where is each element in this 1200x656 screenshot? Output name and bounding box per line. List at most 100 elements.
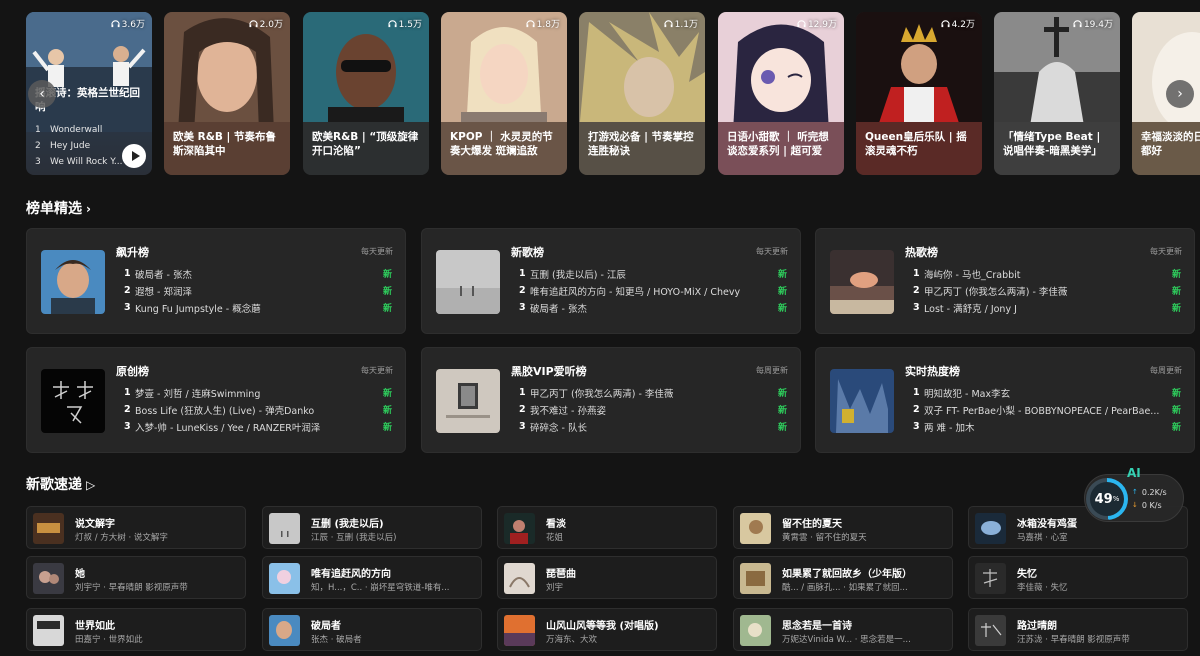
chart-row[interactable]: 1 破局者 - 张杰新 <box>124 265 392 282</box>
playlist-card-7[interactable]: 19.4万 「情绪Type Beat | 说唱伴奏-暗黑美学」 <box>994 12 1120 175</box>
chart-row[interactable]: 2 我不难过 - 孙燕姿新 <box>519 401 787 418</box>
playlist-footer: 欧美R&B | “顶级旋律开口沦陷” <box>303 122 429 175</box>
new-badge: 新 <box>382 423 392 433</box>
play-count: 1.8万 <box>526 17 560 30</box>
playlist-card-2[interactable]: 1.5万 欧美R&B | “顶级旋律开口沦陷” <box>303 12 429 175</box>
song-card[interactable]: 世界如此 田嘉宁 · 世界如此 <box>26 608 246 651</box>
arrow-down-icon: ↓ <box>1132 501 1138 509</box>
chart-row[interactable]: 2 唯有追赶风的方向 - 知更鸟 / HOYO-MiX / Chevy 新 <box>519 282 787 299</box>
chart-card-rising[interactable]: 飙升榜 每天更新 1 破局者 - 张杰新 2 遐想 - 郑润泽新 3 Kung Fu … <box>26 228 406 334</box>
new-badge: 新 <box>1171 389 1181 399</box>
song-cover <box>269 563 300 594</box>
chart-card-vip[interactable]: 黑胶VIP爱听榜 每周更新 1 甲乙丙丁 (你我怎么两清) - 李佳薇新 2 我不难… <box>421 347 801 453</box>
playlist-card-3[interactable]: 1.8万 KPOP ｜ 水灵灵的节奏大爆发 斑斓追敌 <box>441 12 567 175</box>
chart-row[interactable]: 2 双子 FT- PerBae小梨 - BOBBYNOPEACE / PearBa… <box>913 401 1181 418</box>
chart-row[interactable]: 2 甲乙丙丁 (你我怎么两清) - 李佳薇新 <box>913 282 1181 299</box>
new-badge: 新 <box>777 389 787 399</box>
new-badge: 新 <box>777 270 787 280</box>
play-count: 1.1万 <box>664 17 698 30</box>
chart-row[interactable]: 3 破局者 - 张杰新 <box>519 299 787 316</box>
song-card[interactable]: 她刘宇宁 · 早春晴朗 影视原声带 <box>26 556 246 599</box>
carousel-next-button[interactable]: › <box>1166 80 1194 108</box>
track-item[interactable]: 2 Hey Jude <box>35 138 122 154</box>
new-badge: 新 <box>777 287 787 297</box>
arrow-up-icon: ↑ <box>1132 488 1138 496</box>
playlist-title: 打游戏必备 | 节奏掌控连胜秘诀 <box>588 131 694 157</box>
song-cover <box>33 513 64 544</box>
playlist-track-list: 1 Wonderwall 2 Hey Jude 3 We Will Rock Y... <box>35 122 122 170</box>
song-card[interactable]: 琵琶曲 刘宇 <box>497 556 717 599</box>
charts-section-title[interactable]: 榜单精选 › <box>26 198 91 218</box>
chart-card-hot[interactable]: 热歌榜 每天更新 1 海屿你 - 马也_Crabbit 新 2 甲乙丙丁 (你我怎么两… <box>815 228 1195 334</box>
chart-name: 新歌榜 <box>511 246 544 259</box>
chart-row[interactable]: 3 入梦-帅 - LuneKiss / Yee / RANZER叶润泽新 <box>124 418 392 435</box>
playlist-title: KPOP ｜ 水灵灵的节奏大爆发 斑斓追敌 <box>450 131 553 157</box>
song-cover <box>975 615 1006 646</box>
new-badge: 新 <box>382 389 392 399</box>
song-card[interactable]: 互删 (我走以后) 江辰 · 互删 (我走以后) <box>262 506 482 549</box>
play-button[interactable] <box>122 144 146 168</box>
ai-label: AI <box>1127 466 1141 480</box>
chart-cover <box>830 250 894 314</box>
chart-row[interactable]: 2 遐想 - 郑润泽新 <box>124 282 392 299</box>
chart-row[interactable]: 1 梦壹 - 刘哲 / 连麻Swimming 新 <box>124 384 392 401</box>
playlist-footer: Queen皇后乐队 | 摇滚灵魂不朽 <box>856 122 982 175</box>
track-item[interactable]: 1 Wonderwall <box>35 122 122 138</box>
update-frequency: 每天更新 <box>361 366 393 375</box>
playlist-footer: 打游戏必备 | 节奏掌控连胜秘诀 <box>579 122 705 175</box>
song-card[interactable]: 说文解字 灯叔 / 方大树 · 说文解字 <box>26 506 246 549</box>
update-frequency: 每天更新 <box>756 247 788 256</box>
playlist-title: 欧美R&B | “顶级旋律开口沦陷” <box>312 131 419 157</box>
playlist-card-1[interactable]: 2.0万 欧美 R&B | 节奏布鲁斯深陷其中 <box>164 12 290 175</box>
playlist-cover-5 <box>718 12 844 132</box>
new-songs-section-title[interactable]: 新歌速递 ▷ <box>26 474 95 494</box>
upload-speed: ↑ 0.2K/s <box>1132 488 1167 497</box>
update-frequency: 每周更新 <box>1150 366 1182 375</box>
song-card[interactable]: 留不住的夏天 黄霄雲 · 留不住的夏天 <box>733 506 953 549</box>
playlist-cover-3 <box>441 12 567 132</box>
chart-row[interactable]: 1 甲乙丙丁 (你我怎么两清) - 李佳薇新 <box>519 384 787 401</box>
chart-row[interactable]: 3 碎碎念 - 队长新 <box>519 418 787 435</box>
chart-card-original[interactable]: 原创榜 每天更新 1 梦壹 - 刘哲 / 连麻Swimming 新 2 Boss Li… <box>26 347 406 453</box>
carousel-prev-button[interactable]: ‹ <box>28 80 56 108</box>
playlist-title: Queen皇后乐队 | 摇滚灵魂不朽 <box>865 131 967 157</box>
chart-cover <box>41 250 105 314</box>
track-item[interactable]: 3 We Will Rock Y... <box>35 154 122 170</box>
chart-card-new[interactable]: 新歌榜 每天更新 1 互删 (我走以后) - 江辰新 2 唯有追赶风的方向 - 知更… <box>421 228 801 334</box>
chart-card-realtime[interactable]: 实时热度榜 每周更新 1 明知故犯 - Max李玄新 2 双子 FT- PerBae… <box>815 347 1195 453</box>
playlist-title: 欧美 R&B | 节奏布鲁斯深陷其中 <box>173 131 277 157</box>
playlist-title: 幸福淡淡的日常 祝我们都好 <box>1141 131 1200 157</box>
playlist-footer: KPOP ｜ 水灵灵的节奏大爆发 斑斓追敌 <box>441 122 567 175</box>
song-card[interactable]: 失忆 李佳薇 · 失忆 <box>968 556 1188 599</box>
update-frequency: 每天更新 <box>361 247 393 256</box>
song-cover <box>740 513 771 544</box>
chart-row[interactable]: 1 海屿你 - 马也_Crabbit 新 <box>913 265 1181 282</box>
playlist-card-4[interactable]: 1.1万 打游戏必备 | 节奏掌控连胜秘诀 <box>579 12 705 175</box>
headphones-icon <box>111 20 120 28</box>
chart-row[interactable]: 3 Lost - 满舒克 / Jony J新 <box>913 299 1181 316</box>
playlist-card-6[interactable]: 4.2万 Queen皇后乐队 | 摇滚灵魂不朽 <box>856 12 982 175</box>
song-card[interactable]: 山风山风等等我 (对唱版) 万海东、大欢 <box>497 608 717 651</box>
playlist-footer: 日语小甜歌 ｜ 听完想谈恋爱系列 | 超可爱 <box>718 122 844 175</box>
chart-row[interactable]: 1 明知故犯 - Max李玄新 <box>913 384 1181 401</box>
song-cover <box>269 615 300 646</box>
song-card[interactable]: 如果累了就回故乡（少年版） 酷... / 画脉孔... · 如果累了就回... <box>733 556 953 599</box>
chart-cover <box>436 369 500 433</box>
new-badge: 新 <box>382 287 392 297</box>
song-card[interactable]: 破局者 张杰 · 破局者 <box>262 608 482 651</box>
song-card[interactable]: 路过晴朗 汪苏泷 · 早春晴朗 影视原声带 <box>968 608 1188 651</box>
chart-row[interactable]: 1 互删 (我走以后) - 江辰新 <box>519 265 787 282</box>
playlist-cover-7 <box>994 12 1120 132</box>
song-card[interactable]: 唯有追赶风的方向 知，H...，C.. · 崩坏星穹铁道-唯有... <box>262 556 482 599</box>
play-outline-icon: ▷ <box>86 478 96 492</box>
playlist-card-5[interactable]: 12.9万 日语小甜歌 ｜ 听完想谈恋爱系列 | 超可爱 <box>718 12 844 175</box>
song-card[interactable]: 思念若是一首诗 万妮达Vinida W... · 思念若是一... <box>733 608 953 651</box>
chart-row[interactable]: 2 Boss Life (狂放人生) (Live) - 弹壳Danko 新 <box>124 401 392 418</box>
headphones-icon <box>1073 20 1082 28</box>
play-count: 2.0万 <box>249 17 283 30</box>
chart-row[interactable]: 3两 难 - 加木新 <box>913 418 1181 435</box>
chart-row[interactable]: 3 Kung Fu Jumpstyle - 概念蘑新 <box>124 299 392 316</box>
download-speed: ↓ 0 K/s <box>1132 501 1162 510</box>
song-card[interactable]: 看淡 花姐 <box>497 506 717 549</box>
chart-name: 实时热度榜 <box>905 365 960 378</box>
